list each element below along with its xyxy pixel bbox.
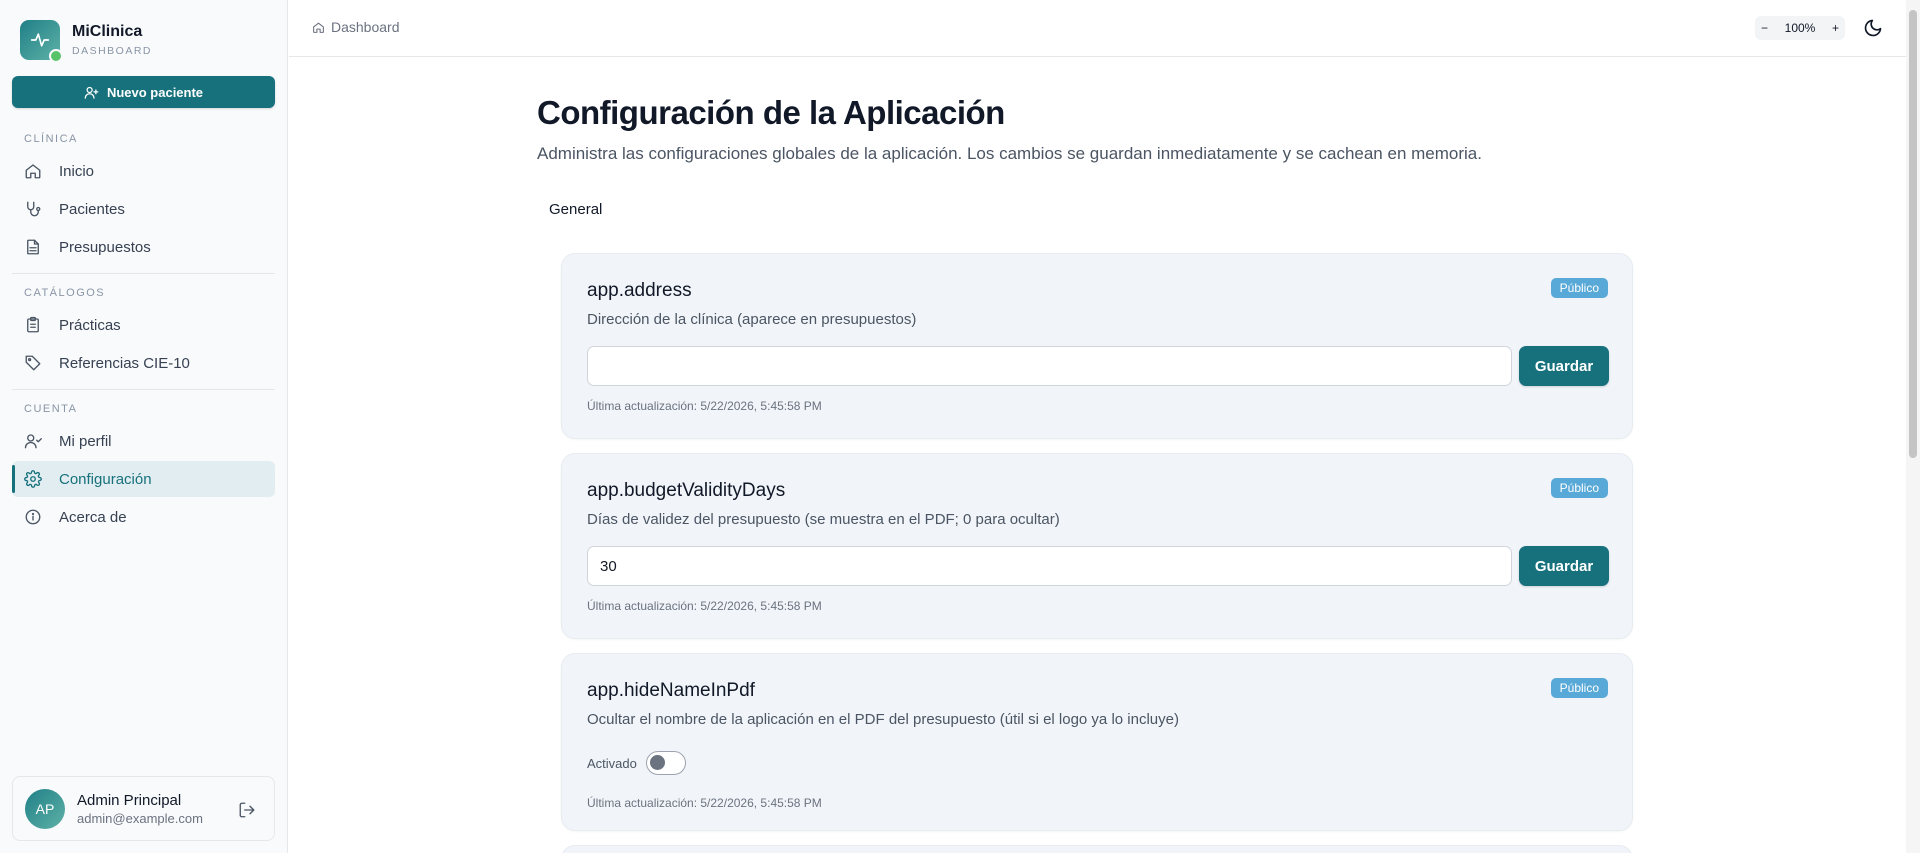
setting-card-app-address: app.address Público Dirección de la clín…	[561, 253, 1633, 439]
sidebar: MiClinica DASHBOARD Nuevo paciente CLÍNI…	[0, 0, 288, 853]
setting-key: app.address	[587, 280, 692, 301]
sidebar-item-label: Acerca de	[59, 508, 127, 526]
budget-validity-days-input[interactable]	[587, 546, 1512, 586]
new-patient-button[interactable]: Nuevo paciente	[12, 76, 275, 108]
sidebar-item-presupuestos[interactable]: Presupuestos	[12, 229, 275, 265]
public-badge: Público	[1550, 678, 1608, 698]
zoom-in-button[interactable]: +	[1832, 21, 1839, 35]
breadcrumb[interactable]: Dashboard	[312, 19, 400, 35]
sidebar-item-label: Mi perfil	[59, 432, 112, 450]
breadcrumb-label: Dashboard	[331, 19, 400, 35]
sidebar-item-label: Referencias CIE-10	[59, 354, 190, 372]
toggle-knob	[649, 755, 665, 770]
section-label-clinica: CLÍNICA	[24, 133, 78, 145]
sidebar-item-label: Presupuestos	[59, 238, 151, 256]
pulse-icon	[30, 33, 50, 47]
app-logo	[20, 20, 63, 63]
sidebar-item-label: Inicio	[59, 162, 95, 180]
public-badge: Público	[1550, 478, 1608, 498]
gear-icon	[24, 470, 42, 488]
sidebar-item-label: Prácticas	[59, 316, 121, 334]
tab-general[interactable]: General	[549, 201, 602, 218]
user-card: AP Admin Principal admin@example.com	[12, 776, 275, 841]
sidebar-item-label: Configuración	[59, 470, 152, 488]
sidebar-item-practicas[interactable]: Prácticas	[12, 307, 275, 343]
zoom-level: 100%	[1784, 21, 1816, 35]
info-icon	[24, 508, 42, 526]
user-name: Admin Principal	[77, 791, 182, 809]
last-updated: Última actualización: 5/22/2026, 5:45:58…	[587, 399, 822, 413]
top-header: Dashboard − 100% +	[289, 0, 1906, 57]
moon-icon[interactable]	[1863, 18, 1883, 38]
brand[interactable]: MiClinica DASHBOARD	[20, 20, 153, 63]
setting-key: app.budgetValidityDays	[587, 480, 786, 501]
page-description: Administra las configuraciones globales …	[537, 144, 1482, 163]
sidebar-item-mi-perfil[interactable]: Mi perfil	[12, 423, 275, 459]
page-scrollbar[interactable]	[1906, 0, 1920, 853]
section-label-catalogos: CATÁLOGOS	[24, 287, 106, 299]
avatar: AP	[25, 788, 65, 829]
home-icon	[24, 162, 42, 180]
address-input[interactable]	[587, 346, 1512, 386]
stethoscope-icon	[24, 200, 42, 218]
setting-card-next	[561, 845, 1633, 853]
toggle-label: Activado	[587, 755, 637, 771]
last-updated: Última actualización: 5/22/2026, 5:45:58…	[587, 599, 822, 613]
brand-subtitle: DASHBOARD	[72, 45, 153, 57]
public-badge: Público	[1550, 278, 1608, 298]
setting-description: Días de validez del presupuesto (se mues…	[587, 511, 1060, 528]
save-button[interactable]: Guardar	[1519, 346, 1609, 386]
setting-description: Ocultar el nombre de la aplicación en el…	[587, 711, 1179, 728]
user-icon	[24, 432, 42, 450]
setting-card-budget-validity-days: app.budgetValidityDays Público Días de v…	[561, 453, 1633, 639]
zoom-control: − 100% +	[1755, 16, 1845, 40]
setting-card-hide-name-in-pdf: app.hideNameInPdf Público Ocultar el nom…	[561, 653, 1633, 831]
tag-icon	[24, 354, 42, 372]
sidebar-item-configuracion[interactable]: Configuración	[12, 461, 275, 497]
online-status-dot	[49, 49, 63, 63]
user-plus-icon	[84, 86, 99, 99]
zoom-out-button[interactable]: −	[1761, 21, 1768, 35]
logout-icon[interactable]	[238, 801, 256, 819]
sidebar-item-pacientes[interactable]: Pacientes	[12, 191, 275, 227]
sidebar-divider	[12, 273, 275, 274]
sidebar-divider	[12, 389, 275, 390]
user-email: admin@example.com	[77, 810, 203, 826]
setting-description: Dirección de la clínica (aparece en pres…	[587, 311, 917, 328]
scrollbar-thumb[interactable]	[1909, 10, 1917, 458]
document-icon	[24, 238, 42, 256]
sidebar-item-referencias-cie10[interactable]: Referencias CIE-10	[12, 345, 275, 381]
section-label-cuenta: CUENTA	[24, 403, 78, 415]
new-patient-label: Nuevo paciente	[106, 84, 204, 100]
sidebar-item-acerca-de[interactable]: Acerca de	[12, 499, 275, 535]
home-icon	[313, 22, 324, 33]
last-updated: Última actualización: 5/22/2026, 5:45:58…	[587, 796, 822, 810]
page-title: Configuración de la Aplicación	[537, 94, 1005, 131]
sidebar-item-inicio[interactable]: Inicio	[12, 153, 275, 189]
setting-key: app.hideNameInPdf	[587, 680, 755, 701]
save-button[interactable]: Guardar	[1519, 546, 1609, 586]
sidebar-item-label: Pacientes	[59, 200, 125, 218]
brand-name: MiClinica	[72, 23, 143, 40]
clipboard-icon	[24, 316, 42, 334]
hide-name-toggle[interactable]	[645, 751, 686, 775]
